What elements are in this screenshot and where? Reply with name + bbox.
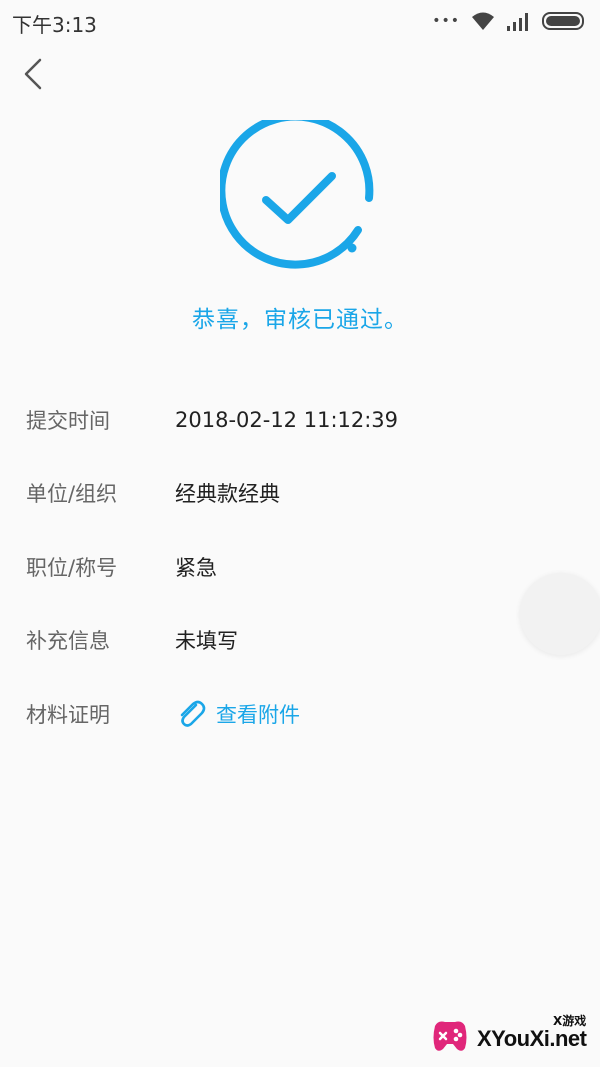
wifi-icon	[472, 12, 494, 30]
signal-icon	[507, 13, 528, 31]
chevron-left-icon	[24, 58, 42, 90]
info-label: 材料证明	[26, 702, 110, 727]
info-row-organization: 单位/组织 经典款经典	[0, 457, 600, 531]
info-row-materials: 材料证明 查看附件	[0, 677, 600, 751]
status-time: 下午3:13	[12, 13, 97, 37]
watermark-site: XYouXi.net	[477, 1026, 587, 1051]
status-bar: 下午3:13 •••	[0, 0, 600, 40]
view-attachment-link[interactable]: 查看附件	[174, 697, 300, 731]
info-label: 单位/组织	[26, 482, 118, 507]
info-value: 2018-02-12 11:12:39	[175, 407, 399, 432]
more-icon: •••	[432, 13, 460, 29]
info-value: 经典款经典	[175, 482, 280, 507]
info-list: 提交时间 2018-02-12 11:12:39 单位/组织 经典款经典 职位/…	[0, 383, 600, 751]
info-label: 提交时间	[26, 408, 110, 433]
info-label: 补充信息	[26, 629, 110, 654]
info-value: 紧急	[175, 555, 217, 580]
check-circle-icon	[217, 112, 380, 280]
back-button[interactable]	[14, 54, 54, 94]
view-attachment-label: 查看附件	[216, 702, 300, 727]
status-icons: •••	[432, 8, 588, 34]
info-value: 未填写	[175, 629, 238, 654]
battery-icon	[542, 12, 584, 30]
info-row-position: 职位/称号 紧急	[0, 530, 600, 604]
watermark: X游戏 XYouXi.net	[425, 1008, 600, 1063]
info-label: 职位/称号	[26, 555, 118, 580]
info-row-submit-time: 提交时间 2018-02-12 11:12:39	[0, 383, 600, 457]
success-message: 恭喜，审核已通过。	[192, 307, 408, 333]
paperclip-icon	[180, 700, 206, 727]
floating-assist-button[interactable]	[520, 573, 600, 655]
gamepad-logo-icon	[433, 1021, 467, 1051]
info-row-additional-info: 补充信息 未填写	[0, 604, 600, 678]
